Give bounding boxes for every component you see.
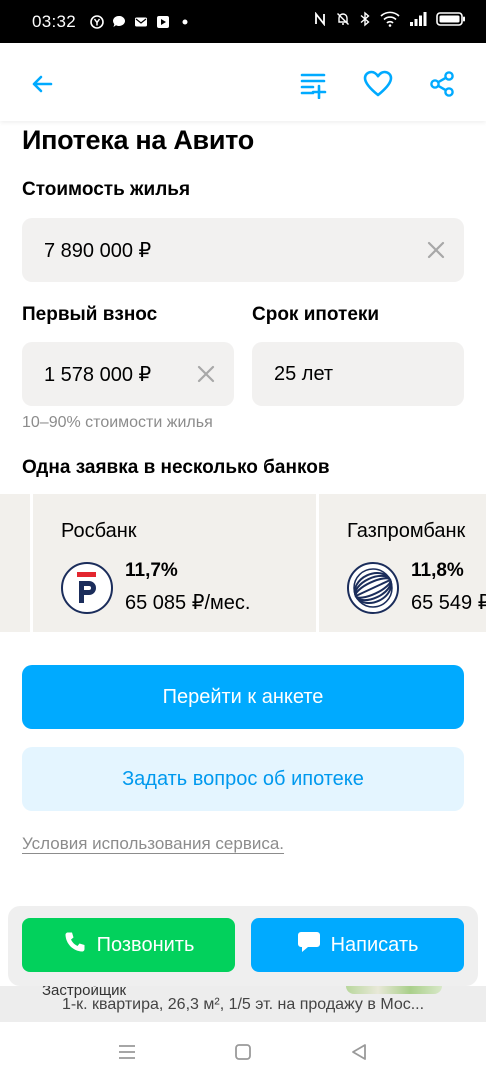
down-payment-field[interactable]: 1 578 000 ₽ xyxy=(22,342,234,406)
bank-card-partial[interactable] xyxy=(0,494,30,632)
bank-payment: 65 085 ₽/мес. xyxy=(125,592,251,614)
home-square-icon[interactable] xyxy=(231,1040,255,1064)
bluetooth-icon xyxy=(359,11,371,32)
price-value: 7 890 000 ₽ xyxy=(44,239,152,262)
chat-bubble-icon xyxy=(112,15,126,29)
clear-down-payment-icon[interactable] xyxy=(196,364,216,384)
favorite-heart-icon[interactable] xyxy=(360,66,396,102)
clear-price-icon[interactable] xyxy=(426,240,446,260)
listing-image-peek xyxy=(346,986,442,994)
contact-action-bar: Позвонить Написать xyxy=(8,906,478,986)
bank-card-gazprombank[interactable]: Газпромбанк 11,8% 65 549 ₽/мес. xyxy=(319,494,486,632)
status-notification-icons xyxy=(90,14,192,29)
listing-title: 1-к. квартира, 26,3 м², 1/5 эт. на прода… xyxy=(61,996,425,1013)
down-payment-label: Первый взнос xyxy=(22,304,158,325)
bank-rate: 11,8% xyxy=(411,560,464,581)
battery-icon xyxy=(436,11,466,32)
wifi-icon xyxy=(380,11,400,32)
page-title: Ипотека на Авито xyxy=(22,125,254,155)
status-bar: 03:32 xyxy=(0,0,486,43)
bank-name: Росбанк xyxy=(61,520,137,542)
status-time: 03:32 xyxy=(32,11,77,31)
compare-list-icon[interactable] xyxy=(295,66,331,102)
bank-card-rosbank[interactable]: Росбанк 11,7% 65 085 ₽/мес. xyxy=(33,494,316,632)
back-triangle-icon[interactable] xyxy=(347,1040,371,1064)
write-button[interactable]: Написать xyxy=(251,918,464,972)
bank-name: Газпромбанк xyxy=(347,520,466,542)
rosbank-logo-icon xyxy=(61,562,113,614)
down-payment-hint: 10–90% стоимости жилья xyxy=(22,414,213,431)
mute-icon xyxy=(336,12,350,31)
yandex-icon xyxy=(90,14,104,29)
message-bubble-icon xyxy=(297,931,321,959)
call-button[interactable]: Позвонить xyxy=(22,918,235,972)
price-field[interactable]: 7 890 000 ₽ xyxy=(22,218,464,282)
terms-link[interactable]: Условия использования сервиса. xyxy=(22,834,284,854)
banks-heading: Одна заявка в несколько банков xyxy=(22,457,330,478)
write-label: Написать xyxy=(330,933,419,956)
app-header xyxy=(0,43,486,121)
go-to-form-button[interactable]: Перейти к анкете xyxy=(22,665,464,729)
bank-payment: 65 549 ₽/мес. xyxy=(411,592,486,614)
mail-icon xyxy=(134,15,148,29)
ask-question-button[interactable]: Задать вопрос об ипотеке xyxy=(22,747,464,811)
banks-carousel[interactable]: Росбанк 11,7% 65 085 ₽/мес. Газпромбанк … xyxy=(0,494,486,632)
bank-rate: 11,7% xyxy=(125,560,178,581)
term-label: Срок ипотеки xyxy=(252,304,380,325)
price-label: Стоимость жилья xyxy=(22,179,191,200)
menu-icon[interactable] xyxy=(115,1040,139,1064)
status-system-icons xyxy=(313,11,466,32)
share-icon[interactable] xyxy=(424,66,460,102)
call-label: Позвонить xyxy=(96,933,195,956)
nfc-icon xyxy=(313,11,327,31)
phone-icon xyxy=(63,930,87,960)
term-value: 25 лет xyxy=(274,362,334,385)
dot-icon xyxy=(178,15,192,29)
gazprombank-logo-icon xyxy=(347,562,399,614)
system-nav-bar xyxy=(0,1022,486,1080)
listing-strip[interactable]: Застройщик 1-к. квартира, 26,3 м², 1/5 э… xyxy=(0,986,486,1022)
term-field[interactable]: 25 лет xyxy=(252,342,464,406)
back-arrow-icon[interactable] xyxy=(24,66,60,102)
down-payment-value: 1 578 000 ₽ xyxy=(44,363,152,386)
media-icon xyxy=(156,15,170,29)
signal-icon xyxy=(409,11,427,32)
